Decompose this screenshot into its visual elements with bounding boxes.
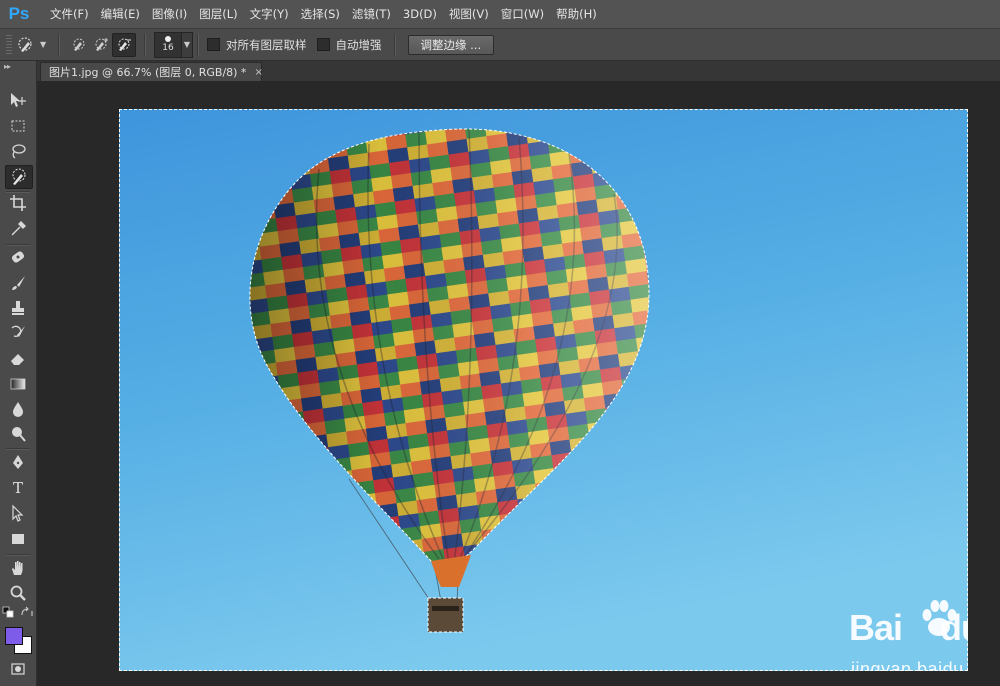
divider: [144, 33, 146, 56]
brush-size-picker[interactable]: 16: [154, 31, 182, 58]
brush-size-value: 16: [162, 43, 174, 53]
lasso-tool-icon[interactable]: [5, 140, 31, 162]
swap-colors-icon[interactable]: [20, 606, 34, 618]
brush-add-selection-icon: [95, 37, 108, 51]
brush-tip-icon: [165, 36, 171, 42]
eraser-tool-icon[interactable]: [5, 347, 31, 369]
subtract-from-selection-button[interactable]: [112, 32, 136, 57]
divider: [6, 448, 30, 450]
tools-panel: ▸▸ T: [0, 61, 37, 686]
document-tab-bar: 图片1.jpg @ 66.7% (图层 0, RGB/8) * ×: [37, 61, 1000, 81]
canvas-area[interactable]: Baidu 经验 jingyan.baidu.com: [37, 81, 1000, 686]
brush-picker-dropdown[interactable]: ▼: [182, 31, 193, 58]
balloon-photo: [119, 109, 968, 671]
divider: [6, 554, 30, 556]
menu-3d[interactable]: 3D(D): [397, 7, 443, 21]
document-tab[interactable]: 图片1.jpg @ 66.7% (图层 0, RGB/8) * ×: [40, 62, 263, 81]
quick-selection-icon: [18, 36, 32, 52]
watermark-url: jingyan.baidu.com: [851, 659, 968, 671]
marquee-tool-icon[interactable]: [5, 115, 31, 137]
new-selection-button[interactable]: [68, 34, 90, 56]
menu-bar: Ps 文件(F) 编辑(E) 图像(I) 图层(L) 文字(Y) 选择(S) 滤…: [0, 0, 1000, 29]
menu-image[interactable]: 图像(I): [146, 6, 193, 22]
refine-edge-button[interactable]: 调整边缘 ...: [407, 34, 495, 55]
menu-help[interactable]: 帮助(H): [550, 6, 603, 22]
auto-enhance-checkbox[interactable]: 自动增强: [316, 37, 382, 53]
menu-layer[interactable]: 图层(L): [193, 6, 243, 22]
menu-filter[interactable]: 滤镜(T): [346, 6, 397, 22]
auto-enhance-label: 自动增强: [335, 37, 382, 52]
sample-all-layers-label: 对所有图层取样: [226, 37, 307, 52]
brush-subtract-selection-icon: [118, 38, 131, 51]
close-icon[interactable]: ×: [254, 67, 262, 78]
menu-window[interactable]: 窗口(W): [495, 6, 550, 22]
clone-stamp-tool-icon[interactable]: [5, 297, 31, 319]
document-canvas[interactable]: Baidu 经验 jingyan.baidu.com: [119, 109, 968, 671]
dodge-tool-icon[interactable]: [5, 423, 31, 445]
tool-preset-picker[interactable]: ▼: [16, 34, 50, 56]
menu-edit[interactable]: 编辑(E): [95, 6, 146, 22]
default-colors-icon[interactable]: [2, 606, 16, 618]
menu-type[interactable]: 文字(Y): [244, 6, 295, 22]
eyedropper-tool-icon[interactable]: [5, 218, 31, 240]
type-tool-icon[interactable]: T: [5, 477, 31, 499]
divider: [393, 33, 396, 56]
pen-tool-icon[interactable]: [5, 451, 31, 473]
options-bar-grip[interactable]: [6, 34, 12, 55]
quick-mask-icon[interactable]: [5, 658, 31, 680]
baidu-watermark: Baidu 经验 jingyan.baidu.com: [849, 600, 968, 671]
healing-brush-tool-icon[interactable]: [5, 246, 31, 268]
options-bar: ▼ 16 ▼ 对所有图层取样 自动增强 调整边缘 ...: [0, 29, 1000, 61]
watermark-brand-bai: Bai: [849, 607, 903, 648]
menu-view[interactable]: 视图(V): [443, 6, 495, 22]
foreground-color-swatch[interactable]: [5, 627, 23, 645]
hand-tool-icon[interactable]: [5, 557, 31, 579]
type-tool-glyph: T: [12, 479, 23, 497]
baidu-paw-icon: [922, 600, 957, 636]
history-brush-tool-icon[interactable]: [5, 322, 31, 344]
divider: [58, 33, 60, 56]
checkbox-box[interactable]: [316, 38, 330, 51]
blur-tool-icon[interactable]: [5, 398, 31, 420]
menu-select[interactable]: 选择(S): [295, 6, 346, 22]
checkbox-box[interactable]: [207, 38, 220, 51]
rectangle-tool-icon[interactable]: [5, 528, 31, 550]
brush-tool-icon[interactable]: [5, 272, 31, 294]
path-selection-tool-icon[interactable]: [5, 502, 31, 524]
brush-new-selection-icon: [73, 38, 85, 51]
photoshop-logo: Ps: [8, 4, 30, 23]
add-to-selection-button[interactable]: [90, 34, 112, 56]
divider: [197, 33, 199, 56]
menu-file[interactable]: 文件(F): [44, 6, 95, 22]
chevron-down-icon: ▼: [40, 40, 47, 49]
crop-tool-icon[interactable]: [5, 192, 31, 214]
document-tab-title: 图片1.jpg @ 66.7% (图层 0, RGB/8) *: [49, 66, 247, 79]
sample-all-layers-checkbox[interactable]: 对所有图层取样: [207, 37, 307, 53]
move-tool-icon[interactable]: [5, 89, 31, 111]
gradient-tool-icon[interactable]: [5, 373, 31, 395]
zoom-tool-icon[interactable]: [5, 582, 31, 604]
chevron-down-icon: ▼: [183, 40, 191, 49]
expand-panel-icon[interactable]: ▸▸: [0, 61, 36, 71]
quick-selection-tool-icon[interactable]: [5, 165, 33, 189]
balloon-basket: [427, 597, 464, 633]
